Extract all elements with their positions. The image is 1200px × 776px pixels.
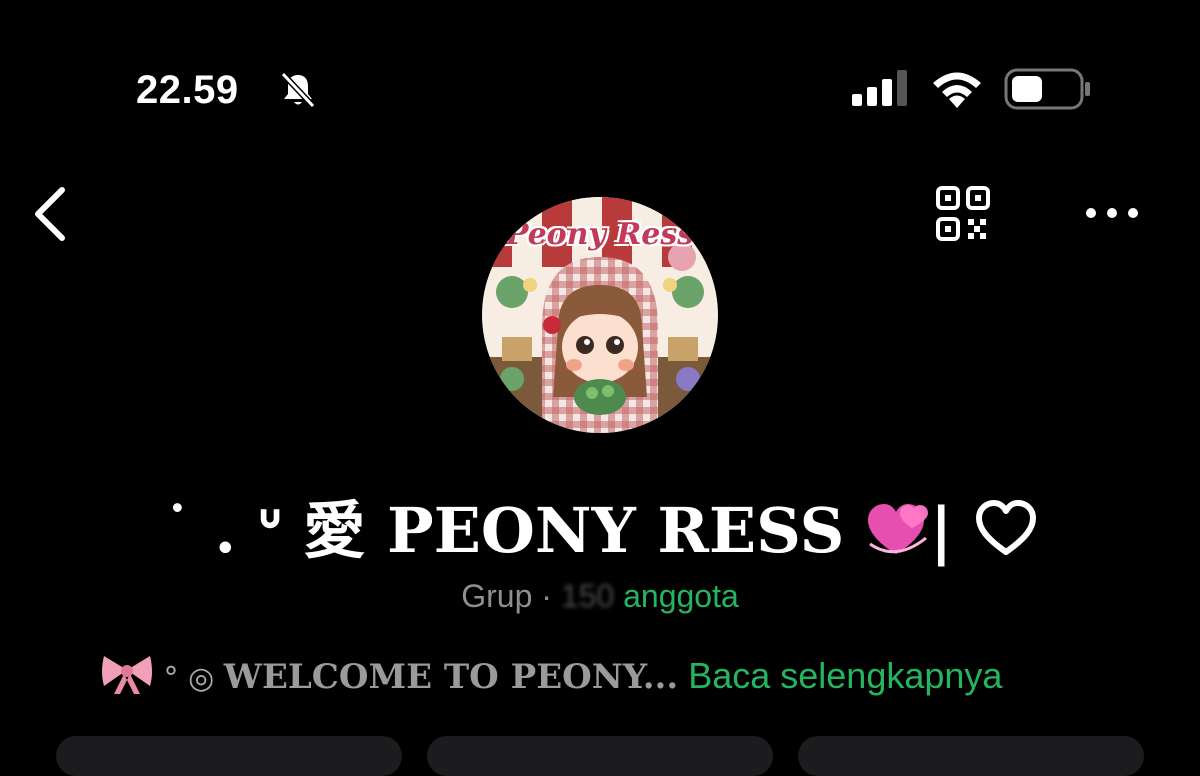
action-card-1[interactable] [56, 736, 402, 776]
group-description: ° ◎ WELCOME TO PEONY... Baca selengkapny… [100, 650, 1120, 697]
group-subtitle: Grup · 150 anggota [0, 578, 1200, 615]
battery-icon [1004, 68, 1090, 110]
read-more-link[interactable]: Baca selengkapnya [678, 655, 1002, 696]
group-type-label: Grup · [461, 578, 561, 614]
action-card-2[interactable] [427, 736, 773, 776]
status-time: 22.59 [136, 68, 239, 112]
member-count: 150 [560, 578, 615, 614]
group-name-separator: | [929, 494, 975, 567]
cellular-signal-icon [852, 70, 907, 106]
back-chevron-icon[interactable] [30, 186, 74, 242]
group-name: ˙ . ᐡ 愛 PEONY RESS | [0, 480, 1200, 570]
member-label[interactable]: anggota [614, 578, 739, 614]
more-dots-icon[interactable] [1082, 198, 1142, 228]
ribbon-bow-icon [102, 656, 152, 694]
description-decoration: ° ◎ [154, 661, 224, 696]
two-hearts-icon [867, 504, 928, 554]
description-text: WELCOME TO PEONY... [223, 657, 679, 697]
bell-slash-icon [280, 71, 316, 109]
avatar-logo-text: Peony Ress [505, 217, 695, 252]
group-avatar[interactable]: Peony Ress [482, 197, 718, 433]
action-card-3[interactable] [798, 736, 1144, 776]
wifi-icon [933, 72, 981, 108]
qr-code-icon[interactable] [934, 186, 992, 242]
outline-heart-icon [976, 500, 1037, 555]
group-name-text: ˙ . ᐡ 愛 PEONY RESS [161, 494, 866, 567]
